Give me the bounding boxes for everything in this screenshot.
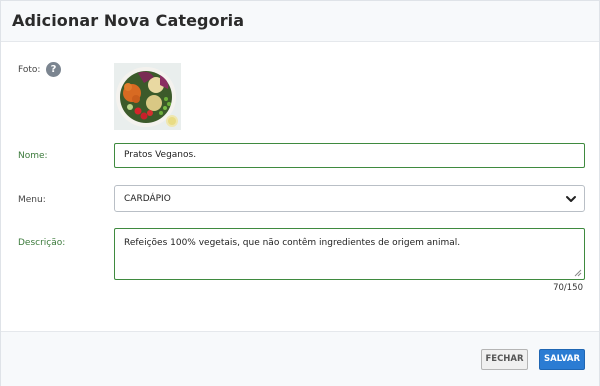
resize-grip-icon[interactable] <box>574 269 582 277</box>
category-photo[interactable] <box>114 63 181 130</box>
char-counter: 70/150 <box>553 283 583 293</box>
name-input-value: Pratos Veganos. <box>124 150 197 160</box>
modal-header: Adicionar Nova Categoria <box>1 1 599 42</box>
chevron-down-icon <box>566 196 576 202</box>
save-button[interactable]: SALVAR <box>539 349 585 370</box>
modal-title: Adicionar Nova Categoria <box>12 11 245 30</box>
menu-select-value: CARDÁPIO <box>124 194 171 204</box>
menu-select[interactable]: CARDÁPIO <box>114 185 585 212</box>
help-icon[interactable]: ? <box>46 62 61 77</box>
add-category-modal: Adicionar Nova Categoria Foto: ? Nome: P… <box>0 0 600 386</box>
photo-label: Foto: <box>18 65 41 75</box>
name-label: Nome: <box>18 151 48 161</box>
close-button[interactable]: FECHAR <box>481 349 528 370</box>
vegan-bowl-image <box>114 63 181 130</box>
name-input[interactable]: Pratos Veganos. <box>114 143 585 168</box>
description-label: Descrição: <box>18 238 66 248</box>
menu-label: Menu: <box>18 195 46 205</box>
description-text: Refeições 100% vegetais, que não contêm … <box>124 238 461 248</box>
description-textarea[interactable]: Refeições 100% vegetais, que não contêm … <box>114 228 585 280</box>
modal-footer: FECHAR SALVAR <box>1 331 599 386</box>
